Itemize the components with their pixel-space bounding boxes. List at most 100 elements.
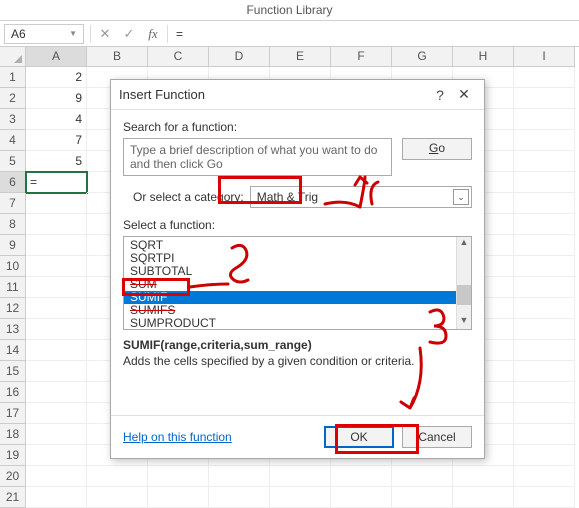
cell[interactable] (87, 466, 148, 487)
cell[interactable] (26, 193, 87, 214)
row-head[interactable]: 7 (0, 193, 26, 214)
cell[interactable]: 2 (26, 67, 87, 88)
cell[interactable] (514, 214, 575, 235)
search-input[interactable]: Type a brief description of what you wan… (123, 138, 392, 176)
cell[interactable] (26, 214, 87, 235)
name-box[interactable]: A6 ▼ (4, 24, 84, 44)
cell[interactable] (514, 88, 575, 109)
row-head[interactable]: 12 (0, 298, 26, 319)
cell[interactable] (514, 361, 575, 382)
cell[interactable] (26, 382, 87, 403)
row-head[interactable]: 19 (0, 445, 26, 466)
cell[interactable] (209, 487, 270, 508)
cell[interactable] (514, 109, 575, 130)
cell[interactable] (514, 466, 575, 487)
row-head[interactable]: 8 (0, 214, 26, 235)
cell[interactable] (209, 466, 270, 487)
fx-icon[interactable]: fx (141, 26, 165, 42)
formula-input[interactable]: = (170, 25, 579, 43)
row-head[interactable]: 11 (0, 277, 26, 298)
chevron-down-icon[interactable]: ⌄ (453, 189, 469, 205)
help-link[interactable]: Help on this function (123, 430, 316, 444)
scroll-down-icon[interactable]: ▼ (457, 315, 471, 329)
cell[interactable] (514, 403, 575, 424)
col-head-E[interactable]: E (270, 47, 331, 67)
row-head[interactable]: 18 (0, 424, 26, 445)
row-head[interactable]: 17 (0, 403, 26, 424)
cell[interactable] (148, 466, 209, 487)
cell[interactable] (514, 256, 575, 277)
cell[interactable] (270, 466, 331, 487)
cell[interactable] (392, 466, 453, 487)
scroll-thumb[interactable] (457, 285, 471, 305)
cell[interactable] (514, 151, 575, 172)
row-head[interactable]: 5 (0, 151, 26, 172)
scrollbar[interactable]: ▲ ▼ (456, 237, 471, 329)
cell[interactable]: 5 (26, 151, 87, 172)
cell[interactable] (26, 487, 87, 508)
row-head[interactable]: 14 (0, 340, 26, 361)
cell[interactable] (514, 172, 575, 193)
cell[interactable] (514, 340, 575, 361)
col-head-G[interactable]: G (392, 47, 453, 67)
cell[interactable]: 7 (26, 130, 87, 151)
col-head-I[interactable]: I (514, 47, 575, 67)
cell[interactable] (514, 487, 575, 508)
cell[interactable] (453, 487, 514, 508)
cell[interactable] (26, 340, 87, 361)
cell[interactable] (26, 319, 87, 340)
cell[interactable] (514, 298, 575, 319)
row-head[interactable]: 6 (0, 172, 26, 193)
col-head-D[interactable]: D (209, 47, 270, 67)
cell[interactable]: 9 (26, 88, 87, 109)
cell[interactable]: 4 (26, 109, 87, 130)
cell[interactable] (26, 277, 87, 298)
row-head[interactable]: 13 (0, 319, 26, 340)
list-item[interactable]: SQRT (128, 239, 467, 252)
col-head-A[interactable]: A (26, 47, 87, 67)
row-head[interactable]: 20 (0, 466, 26, 487)
cell[interactable] (453, 466, 514, 487)
cell[interactable] (514, 130, 575, 151)
cell[interactable] (26, 298, 87, 319)
dropdown-icon[interactable]: ▼ (69, 29, 77, 38)
row-head[interactable]: 10 (0, 256, 26, 277)
cancel-icon[interactable]: ✕ (93, 26, 117, 42)
close-icon[interactable]: ✕ (452, 86, 476, 103)
cell[interactable] (514, 445, 575, 466)
help-icon[interactable]: ? (428, 87, 452, 103)
cell[interactable] (26, 403, 87, 424)
col-head-B[interactable]: B (87, 47, 148, 67)
cell[interactable] (270, 487, 331, 508)
row-head[interactable]: 15 (0, 361, 26, 382)
cell[interactable] (331, 466, 392, 487)
enter-icon[interactable]: ✓ (117, 26, 141, 42)
list-item[interactable]: SUMPRODUCT (128, 317, 467, 330)
cell[interactable] (26, 466, 87, 487)
list-item[interactable]: SUBTOTAL (128, 265, 467, 278)
go-button[interactable]: Go (402, 138, 472, 160)
select-all-corner[interactable] (0, 47, 26, 67)
row-head[interactable]: 2 (0, 88, 26, 109)
row-head[interactable]: 9 (0, 235, 26, 256)
cell[interactable] (514, 319, 575, 340)
cell[interactable] (26, 424, 87, 445)
cell[interactable] (514, 382, 575, 403)
cell[interactable] (514, 424, 575, 445)
cell[interactable] (331, 487, 392, 508)
cell[interactable] (514, 67, 575, 88)
row-head[interactable]: 16 (0, 382, 26, 403)
cell[interactable] (514, 277, 575, 298)
row-head[interactable]: 3 (0, 109, 26, 130)
cell[interactable] (148, 487, 209, 508)
row-head[interactable]: 4 (0, 130, 26, 151)
cell[interactable] (26, 445, 87, 466)
row-head[interactable]: 1 (0, 67, 26, 88)
cell[interactable] (26, 361, 87, 382)
cell[interactable] (26, 235, 87, 256)
row-head[interactable]: 21 (0, 487, 26, 508)
col-head-F[interactable]: F (331, 47, 392, 67)
cell[interactable] (392, 487, 453, 508)
col-head-C[interactable]: C (148, 47, 209, 67)
cell[interactable] (26, 256, 87, 277)
